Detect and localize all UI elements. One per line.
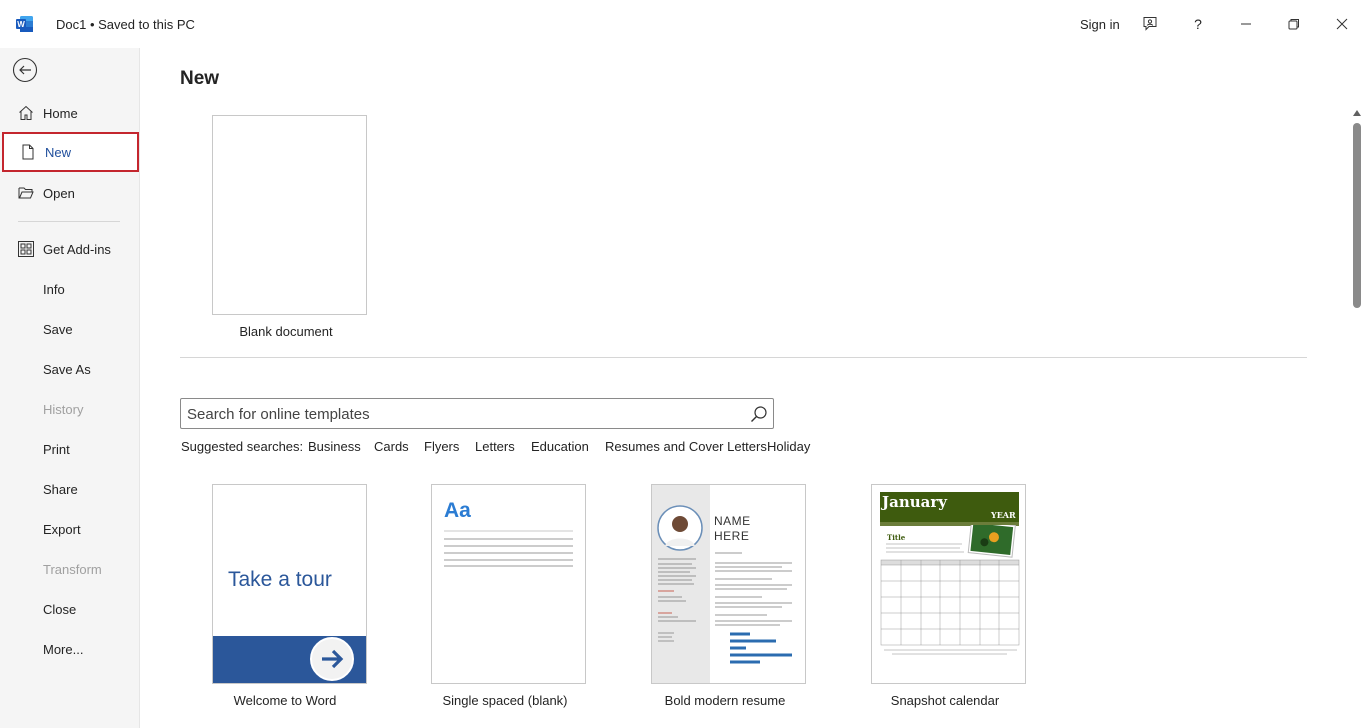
suggested-searches-label: Suggested searches: (181, 439, 304, 454)
search-icon[interactable] (750, 405, 768, 423)
sidebar-item-more[interactable]: More... (0, 629, 140, 669)
minimize-button[interactable] (1232, 10, 1260, 38)
resume-name-line1: NAME (714, 514, 751, 528)
sidebar-item-label: More... (43, 642, 84, 657)
template-snapshot-calendar[interactable]: January YEAR Title (871, 484, 1026, 684)
close-icon (1336, 18, 1348, 30)
restore-button[interactable] (1280, 10, 1308, 38)
suggested-link-education[interactable]: Education (531, 439, 589, 454)
sidebar-item-get-add-ins[interactable]: Get Add-ins (0, 229, 140, 269)
close-button[interactable] (1328, 10, 1356, 38)
page-title: New (180, 68, 220, 89)
sidebar-item-label: Transform (43, 562, 102, 577)
template-single-spaced[interactable]: Aa (431, 484, 586, 684)
blank-document-thumbnail[interactable] (212, 115, 367, 315)
aa-text: Aa (444, 499, 471, 522)
sign-in-link[interactable]: Sign in (1080, 17, 1120, 32)
sidebar-item-share[interactable]: Share (0, 469, 140, 509)
sidebar-item-label: Print (43, 442, 70, 457)
home-icon (19, 105, 33, 120)
template-label-resume[interactable]: Bold modern resume (625, 693, 825, 708)
sidebar-item-info[interactable]: Info (0, 269, 140, 309)
suggested-link-flyers[interactable]: Flyers (424, 439, 459, 454)
suggested-link-cards[interactable]: Cards (374, 439, 409, 454)
sidebar-item-save-as[interactable]: Save As (0, 349, 140, 389)
sidebar-item-save[interactable]: Save (0, 309, 140, 349)
minimize-icon (1241, 23, 1251, 25)
suggested-link-letters[interactable]: Letters (475, 439, 515, 454)
new-document-icon (22, 144, 34, 160)
sidebar-item-close[interactable]: Close (0, 589, 140, 629)
suggested-link-business[interactable]: Business (308, 439, 361, 454)
sidebar-item-label: Share (43, 482, 78, 497)
document-title: Doc1 • Saved to this PC (56, 17, 195, 32)
sidebar-item-label: Get Add-ins (43, 242, 111, 257)
template-search-box (180, 398, 774, 429)
suggested-link-holiday[interactable]: Holiday (767, 439, 810, 454)
calendar-month: January (882, 493, 947, 511)
sidebar-item-label: Export (43, 522, 81, 537)
help-icon: ? (1194, 16, 1202, 32)
template-label-single-spaced[interactable]: Single spaced (blank) (405, 693, 605, 708)
title-bar: W Doc1 • Saved to this PC Sign in ? (0, 0, 1366, 48)
template-label-calendar[interactable]: Snapshot calendar (845, 693, 1045, 708)
text-lines-graphic (444, 530, 573, 567)
backstage-sidebar: Home New Open Get Add-ins Info Save Save… (0, 48, 140, 728)
sidebar-item-label: Close (43, 602, 77, 617)
svg-text:W: W (17, 20, 25, 29)
sidebar-item-label: Save (43, 322, 73, 337)
template-welcome-to-word[interactable]: Take a tour (212, 484, 367, 684)
section-divider (180, 357, 1307, 358)
sidebar-item-export[interactable]: Export (0, 509, 140, 549)
folder-open-icon (18, 187, 34, 199)
take-a-tour-text: Take a tour (228, 568, 332, 591)
template-bold-modern-resume[interactable]: NAME HERE (651, 484, 806, 684)
scrollbar-thumb[interactable] (1353, 123, 1361, 308)
template-search-input[interactable] (187, 404, 737, 424)
blank-document-label[interactable]: Blank document (186, 324, 386, 339)
sidebar-item-label: Info (43, 282, 65, 297)
sidebar-item-label: Save As (43, 362, 91, 377)
feedback-button[interactable] (1136, 10, 1164, 38)
add-ins-grid-icon (18, 241, 34, 257)
sidebar-item-print[interactable]: Print (0, 429, 140, 469)
sidebar-item-history[interactable]: History (0, 389, 140, 429)
scroll-up-arrow-icon[interactable] (1353, 110, 1361, 116)
calendar-year: YEAR (991, 510, 1016, 520)
resume-name-line2: HERE (714, 529, 750, 543)
restore-icon (1288, 19, 1299, 30)
feedback-icon (1143, 17, 1157, 31)
template-label-welcome[interactable]: Welcome to Word (185, 693, 385, 708)
sidebar-divider (18, 221, 120, 222)
back-arrow-icon[interactable] (12, 57, 38, 83)
help-button[interactable]: ? (1184, 10, 1212, 38)
arrow-right-icon (310, 637, 354, 681)
sidebar-item-label: Home (43, 106, 78, 121)
sidebar-item-transform[interactable]: Transform (0, 549, 140, 589)
resume-content-graphic (658, 552, 792, 664)
sidebar-item-label: New (45, 145, 72, 160)
calendar-body-graphic (880, 525, 1020, 655)
word-logo-icon: W (16, 16, 33, 32)
sidebar-item-new[interactable]: New (2, 132, 139, 172)
sidebar-item-open[interactable]: Open (0, 173, 140, 213)
sidebar-item-home[interactable]: Home (0, 93, 140, 133)
sidebar-item-label: History (43, 402, 84, 417)
suggested-link-resumes[interactable]: Resumes and Cover Letters (605, 439, 767, 454)
sidebar-item-label: Open (43, 186, 75, 201)
